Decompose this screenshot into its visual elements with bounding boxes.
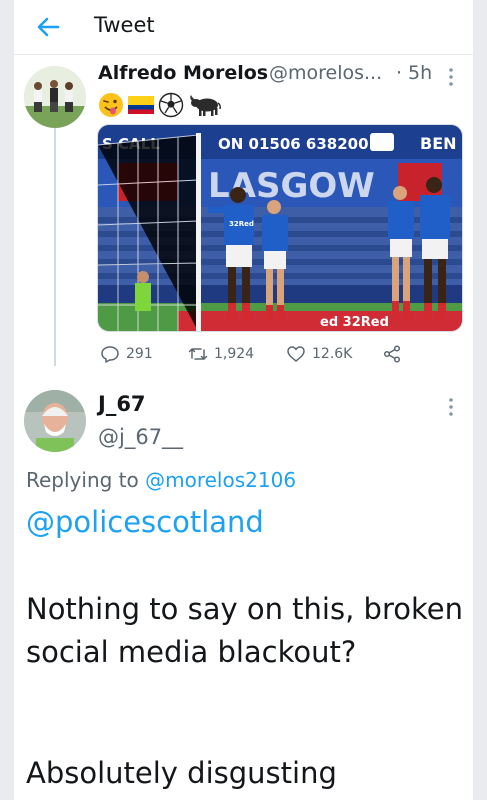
reply-icon [101,346,119,363]
author-name[interactable]: Alfredo Morelos [98,62,268,84]
colombia-flag-icon [128,96,154,114]
banner-right-text: BEN [420,134,457,153]
frame-edge-left [0,0,14,800]
replying-to-prefix: Replying to [26,468,139,492]
like-button[interactable]: 12.6K [286,342,352,366]
sponsor-board-text: ed 32Red [320,315,389,330]
tweet-media-image[interactable]: S CALL ON 01506 638200 BEN LASGOW ed 32R… [97,124,463,332]
reply-author-handle[interactable]: @j_67__ [98,425,183,449]
retweet-button[interactable]: 1,924 [188,342,254,366]
face-with-tongue-wink-icon [99,93,123,117]
bull-icon [190,95,221,116]
page-title: Tweet [94,13,155,37]
banner-phone-text: ON 01506 638200 [218,135,369,153]
like-count: 12.6K [312,346,353,362]
author-avatar[interactable] [24,66,86,128]
replying-to-link[interactable]: @morelos2106 [145,468,296,492]
share-icon [383,345,401,363]
share-button[interactable] [382,342,402,366]
author-handle[interactable]: @morelos... [269,62,382,84]
tweet-action-bar: 291 1,924 12.6K [100,342,440,366]
thread-connector-line [54,118,56,366]
soccer-ball-icon [158,92,184,118]
top-bar: Tweet [14,0,473,55]
reply-more-options-icon[interactable] [446,396,456,418]
reply-author-avatar[interactable] [24,390,86,452]
reply-button[interactable]: 291 [100,342,153,366]
tweet-time[interactable]: 5h [408,62,432,84]
frame-edge-right [473,0,487,800]
replying-to-line: Replying to @morelos2106 [26,468,296,492]
jersey-sponsor-text: 32Red [229,220,254,228]
reply-text-body: Nothing to say on this, broken social me… [26,592,463,669]
mention-link[interactable]: @policescotland [26,505,264,539]
reply-author-name[interactable]: J_67 [98,392,146,416]
more-options-icon[interactable] [446,66,456,88]
reply-text-body-second: Absolutely disgusting [26,756,337,790]
retweet-icon [188,348,208,360]
reply-count: 291 [126,346,153,362]
tweet-emoji-row [98,92,228,118]
heart-icon [287,346,305,362]
separator-dot: · [396,62,403,84]
back-arrow-icon[interactable] [34,13,62,41]
retweet-count: 1,924 [214,346,255,362]
